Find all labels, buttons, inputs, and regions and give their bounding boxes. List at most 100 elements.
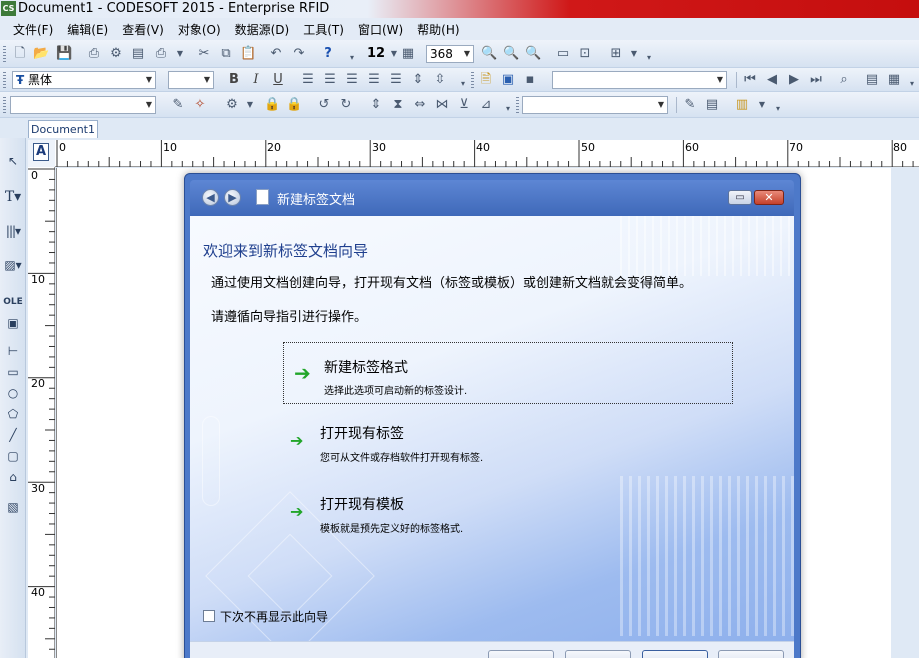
horizontal-distribute-icon[interactable]: ⇔ (412, 97, 428, 113)
chevron-down-icon[interactable]: ▼ (172, 46, 188, 62)
ellipse-tool-icon[interactable]: ○ (3, 384, 23, 402)
align-right-icon[interactable]: ☰ (366, 72, 382, 88)
record-list-icon[interactable]: ▤ (864, 72, 880, 88)
vertical-distribute-icon[interactable]: ⇕ (368, 97, 384, 113)
option-open-template[interactable]: ➔ 打开现有模板 模板就是预先定义好的标签格式. (283, 482, 733, 544)
grid-size-value[interactable]: 12 (366, 46, 386, 62)
toolbar-grip[interactable] (516, 97, 519, 113)
toolbar-overflow-icon[interactable]: ▾ (770, 101, 786, 117)
help-icon[interactable]: ? (320, 46, 336, 62)
dont-show-label[interactable]: 下次不再显示此向导 (220, 608, 328, 625)
zoom-in-icon[interactable]: 🔍 (525, 46, 541, 62)
toolbar-grip[interactable] (471, 72, 474, 88)
restore-button[interactable]: ▭ (728, 190, 752, 205)
printer-icon[interactable]: ▤ (130, 46, 146, 62)
underline-button[interactable]: U (270, 72, 286, 88)
align-grid-icon[interactable]: ⊞ (608, 46, 624, 62)
footer-button[interactable] (488, 650, 554, 658)
option-new-label[interactable]: ➔ 新建标签格式 选择此选项可启动新的标签设计. (283, 342, 733, 404)
align-bottom-icon[interactable]: ⊻ (456, 97, 472, 113)
close-button[interactable]: ✕ (754, 190, 784, 205)
lock-group-icon[interactable]: 🔒 (264, 97, 280, 113)
align-base-icon[interactable]: ⊿ (478, 97, 494, 113)
menu-tools[interactable]: 工具(T) (296, 21, 351, 38)
menu-object[interactable]: 对象(O) (171, 21, 228, 38)
menu-view[interactable]: 查看(V) (115, 21, 171, 38)
variables-icon[interactable]: ▥ (734, 97, 750, 113)
form-icon[interactable]: ▣ (500, 72, 516, 88)
menu-edit[interactable]: 编辑(E) (60, 21, 115, 38)
rounded-rect-icon[interactable]: ▢ (3, 447, 23, 465)
footer-button[interactable] (565, 650, 631, 658)
chevron-down-icon[interactable]: ▼ (626, 46, 642, 62)
chevron-down-icon[interactable]: ▼ (714, 72, 726, 88)
dont-show-checkbox[interactable] (203, 610, 215, 622)
horizontal-center-icon[interactable]: ⋈ (434, 97, 450, 113)
undo-icon[interactable]: ↶ (268, 46, 284, 62)
edit-form-icon[interactable]: ✎ (682, 97, 698, 113)
valign-icon[interactable]: ⇳ (432, 72, 448, 88)
valign-center-icon[interactable]: ⇕ (410, 72, 426, 88)
footer-button[interactable] (642, 650, 708, 658)
table-tool-icon[interactable]: ▧ (3, 498, 23, 516)
cut-icon[interactable]: ✂ (196, 46, 212, 62)
copy-icon[interactable]: ⧉ (218, 46, 234, 62)
toolbar-grip[interactable] (3, 97, 6, 113)
polygon-tool-icon[interactable]: ⬠ (3, 405, 23, 423)
rotate-right-icon[interactable]: ↻ (338, 97, 354, 113)
align-left-icon[interactable]: ☰ (300, 72, 316, 88)
font-size-combo[interactable]: ▼ (168, 71, 214, 89)
menu-window[interactable]: 窗口(W) (351, 21, 410, 38)
next-record-icon[interactable]: ▶ (786, 72, 802, 88)
ruler-unit-icon[interactable]: A (33, 143, 49, 161)
zoom-combo[interactable]: 368 ▼ (426, 45, 474, 63)
paste-icon[interactable]: 📋 (240, 46, 256, 62)
select-arrow-icon[interactable]: ↖ (3, 152, 23, 170)
fit-page-icon[interactable]: ⊡ (577, 46, 593, 62)
pencil-icon[interactable]: ✎ (170, 97, 186, 113)
redo-icon[interactable]: ↷ (291, 46, 307, 62)
diagonal-line-icon[interactable]: ╱ (3, 426, 23, 444)
toolbar-overflow-icon[interactable]: ▾ (641, 50, 657, 66)
toolbar-overflow-icon[interactable]: ▾ (500, 101, 516, 117)
wizard-header[interactable]: ◀ ▶ 新建标签文档 ▭ ✕ (190, 180, 794, 216)
field-combo[interactable]: ▼ (522, 96, 668, 114)
bold-button[interactable]: B (226, 72, 242, 88)
toolbar-overflow-icon[interactable]: ▾ (455, 76, 471, 92)
data-source-icon[interactable]: ⚙ (224, 97, 240, 113)
footer-button[interactable] (718, 650, 784, 658)
chevron-down-icon[interactable]: ▼ (754, 97, 770, 113)
italic-button[interactable]: I (248, 72, 264, 88)
previous-record-icon[interactable]: ◀ (764, 72, 780, 88)
chevron-down-icon[interactable]: ▼ (242, 97, 258, 113)
ole-object-icon[interactable]: OLE (3, 293, 23, 311)
database-icon[interactable]: 🗎 (478, 72, 494, 88)
menu-file[interactable]: 文件(F) (6, 21, 60, 38)
grid-icon[interactable]: ▦ (400, 46, 416, 62)
lock-icon[interactable]: 🔒 (286, 97, 302, 113)
image-tool-icon[interactable]: ▨▾ (3, 256, 23, 274)
rfid-tag-icon[interactable]: ▣ (3, 314, 23, 332)
open-folder-icon[interactable]: 📂 (33, 46, 49, 62)
zoom-fit-icon[interactable]: 🔍 (481, 46, 497, 62)
chevron-down-icon[interactable]: ▼ (461, 46, 473, 62)
font-name-combo[interactable]: Ŧ 黑体 ▼ (12, 71, 156, 89)
print-icon[interactable]: ⎙ (153, 46, 169, 62)
back-arrow-icon[interactable]: ◀ (202, 189, 219, 206)
query-icon[interactable]: ▦ (886, 72, 902, 88)
last-record-icon[interactable]: ⏭ (808, 72, 824, 88)
tab-document1[interactable]: Document1 (28, 120, 98, 138)
justify-icon[interactable]: ☰ (388, 72, 404, 88)
print-preview-icon[interactable]: ⎙ (86, 46, 102, 62)
fit-width-icon[interactable]: ▭ (555, 46, 571, 62)
chevron-down-icon[interactable]: ▼ (655, 97, 667, 113)
form-list-icon[interactable]: ▤ (704, 97, 720, 113)
new-document-icon[interactable]: 🗋 (12, 46, 28, 62)
toolbar-overflow-icon[interactable]: ▾ (904, 76, 919, 92)
first-record-icon[interactable]: ⏮ (742, 72, 758, 88)
forward-arrow-icon[interactable]: ▶ (224, 189, 241, 206)
variable-combo[interactable]: ▼ (552, 71, 727, 89)
line-tool-icon[interactable]: ⊢ (3, 342, 23, 360)
toolbar-overflow-icon[interactable]: ▾ (344, 50, 360, 66)
chevron-down-icon[interactable]: ▼ (201, 72, 213, 88)
